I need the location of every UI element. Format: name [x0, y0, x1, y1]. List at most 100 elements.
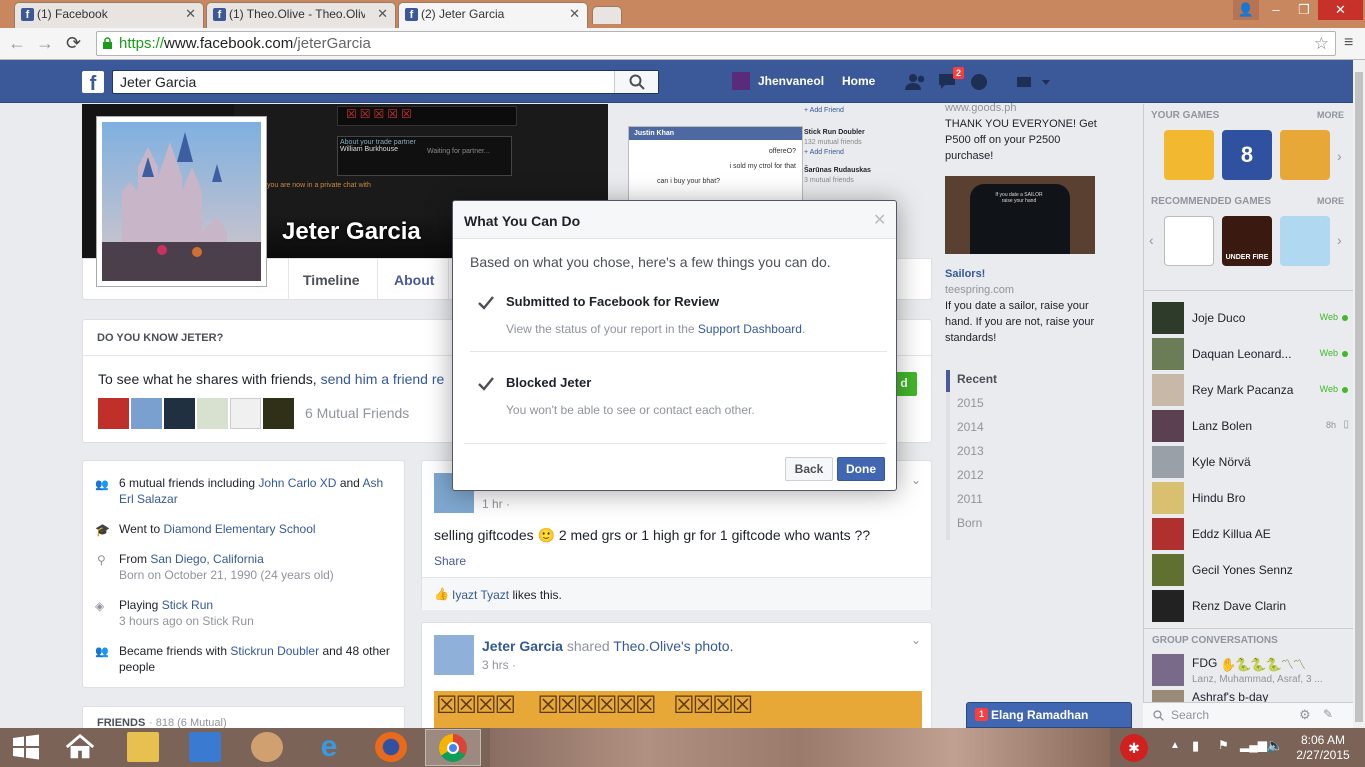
avatar[interactable] — [263, 398, 294, 429]
avatar[interactable] — [197, 398, 228, 429]
compose-icon[interactable]: ✎ — [1323, 707, 1333, 721]
antivirus-tray-icon[interactable]: ✱ — [1120, 734, 1148, 762]
chrome-taskbar-button[interactable] — [425, 729, 481, 766]
close-tab-icon[interactable]: ✕ — [377, 3, 388, 25]
windows-start-icon[interactable] — [10, 732, 42, 762]
browser-tab-jeter-garcia[interactable]: f (2) Jeter Garcia ✕ — [398, 2, 588, 28]
notification-flag-icon[interactable]: ⚑ — [1218, 738, 1229, 752]
post-timestamp[interactable]: 1 hr · — [482, 497, 510, 511]
share-link[interactable]: Share — [434, 554, 466, 568]
intro-link[interactable]: Diamond Elementary School — [163, 522, 315, 536]
profile-picture[interactable] — [96, 116, 267, 287]
bookmark-star-icon[interactable]: ☆ — [1314, 32, 1329, 55]
close-tab-icon[interactable]: ✕ — [185, 3, 196, 25]
avatar[interactable] — [732, 72, 750, 90]
year-item[interactable]: 2015 — [957, 396, 984, 410]
contact-item[interactable]: Renz Dave Clarin — [1152, 590, 1352, 624]
clock[interactable]: 8:06 AM 2/27/2015 — [1290, 733, 1356, 763]
rec-prev-chevron-icon[interactable]: ‹ — [1149, 232, 1154, 248]
menu-icon[interactable]: ≡ — [1344, 34, 1353, 52]
forward-arrow-icon[interactable]: → — [36, 33, 54, 54]
year-item[interactable]: 2013 — [957, 444, 984, 458]
post-author-link[interactable]: Jeter Garcia — [482, 638, 563, 654]
browser-tab-theo-olive[interactable]: f (1) Theo.Olive - Theo.Olive ✕ — [206, 2, 396, 28]
home-icon[interactable] — [64, 732, 96, 762]
shared-photo[interactable]: ☒☒☒☒ ☒☒☒☒☒☒ ☒☒☒☒ — [434, 691, 922, 731]
year-item[interactable]: 2012 — [957, 468, 984, 482]
year-recent[interactable]: Recent — [957, 372, 997, 386]
done-button[interactable]: Done — [837, 457, 885, 481]
contact-item[interactable]: Daquan Leonard... Web — [1152, 338, 1352, 372]
maximize-button[interactable]: ❐ — [1290, 0, 1318, 20]
user-profile-icon[interactable]: 👤 — [1233, 0, 1259, 20]
page-scrollbar[interactable] — [1353, 60, 1365, 728]
new-tab-button[interactable] — [592, 6, 622, 24]
back-arrow-icon[interactable]: ← — [8, 33, 26, 54]
chat-search-input[interactable]: Search — [1171, 708, 1209, 722]
contact-item[interactable]: Joje Duco Web — [1152, 302, 1352, 336]
year-item[interactable]: Born — [957, 516, 982, 530]
minimize-button[interactable]: ‒ — [1262, 0, 1290, 20]
window-close-button[interactable]: ✕ — [1318, 0, 1363, 20]
year-item[interactable]: 2011 — [957, 492, 983, 506]
user-name-link[interactable]: Jhenvaneol — [758, 74, 824, 88]
rec-next-chevron-icon[interactable]: › — [1337, 232, 1342, 248]
game-icon-under-fire[interactable]: UNDER FIRE — [1222, 216, 1272, 266]
send-friend-request-link[interactable]: send him a friend re — [321, 371, 445, 387]
intro-link[interactable]: Stickrun Doubler — [230, 644, 319, 658]
game-icon-stick-run[interactable] — [1280, 130, 1330, 180]
ad-image-sailor-shirt[interactable]: If you date a SAILOR raise your hand — [945, 176, 1095, 254]
avatar[interactable] — [164, 398, 195, 429]
facebook-logo-icon[interactable]: f — [82, 71, 104, 95]
liker-link[interactable]: Iyazt Tyazt — [452, 588, 509, 602]
post-timestamp[interactable]: 3 hrs · — [482, 658, 516, 672]
ad-title[interactable]: Sailors! — [945, 266, 1105, 282]
avatar[interactable] — [98, 398, 129, 429]
games-next-chevron-icon[interactable]: › — [1337, 148, 1342, 164]
privacy-settings-icon[interactable] — [1016, 75, 1052, 89]
contact-item[interactable]: Eddz Killua AE — [1152, 518, 1352, 552]
game-icon-bike[interactable] — [1280, 216, 1330, 266]
chat-tab[interactable]: 1 Elang Ramadhan — [966, 702, 1132, 728]
more-recommended-link[interactable]: MORE — [1317, 196, 1344, 206]
tab-timeline[interactable]: Timeline — [288, 259, 378, 300]
reload-icon[interactable]: ⟳ — [66, 33, 81, 54]
avatar[interactable] — [434, 635, 474, 675]
show-hidden-icons-icon[interactable]: ▲ — [1170, 740, 1180, 751]
contact-item[interactable]: Hindu Bro — [1152, 482, 1352, 516]
post-options-chevron-icon[interactable]: ⌄ — [911, 633, 921, 647]
firefox-icon[interactable] — [375, 732, 407, 762]
post-options-chevron-icon[interactable]: ⌄ — [911, 473, 921, 487]
file-explorer-icon[interactable] — [127, 732, 159, 762]
intro-link[interactable]: John Carlo XD — [258, 476, 336, 490]
facebook-search-input[interactable]: Jeter Garcia — [112, 70, 659, 94]
gear-icon[interactable]: ⚙ — [1299, 707, 1311, 723]
close-icon[interactable]: ✕ — [873, 210, 886, 230]
photo-owner-link[interactable]: Theo.Olive's — [613, 638, 690, 654]
avatar[interactable] — [131, 398, 162, 429]
address-bar[interactable]: https://www.facebook.com/jeterGarcia ☆ — [96, 31, 1336, 56]
wifi-signal-icon[interactable]: ▂▄▆ — [1240, 738, 1267, 752]
close-tab-icon[interactable]: ✕ — [569, 3, 580, 25]
tab-about[interactable]: About — [379, 259, 449, 300]
intro-link[interactable]: San Diego, California — [150, 552, 263, 566]
year-item[interactable]: 2014 — [957, 420, 984, 434]
paint-icon[interactable] — [251, 732, 283, 762]
search-button[interactable] — [614, 71, 658, 93]
internet-explorer-icon[interactable]: e — [313, 732, 345, 762]
intro-link[interactable]: Stick Run — [162, 598, 213, 612]
avatar[interactable] — [230, 398, 261, 429]
ad-url[interactable]: teespring.com — [945, 282, 1105, 298]
game-icon-bmx[interactable] — [1164, 216, 1214, 266]
volume-icon[interactable]: 🔈 — [1266, 737, 1283, 754]
more-games-link[interactable]: MORE — [1317, 110, 1344, 120]
profile-name[interactable]: Jeter Garcia — [282, 218, 421, 246]
friend-requests-icon[interactable] — [904, 73, 928, 91]
battery-icon[interactable]: ▮ — [1192, 738, 1199, 754]
support-dashboard-link[interactable]: Support Dashboard — [698, 322, 802, 336]
mutual-friends-label[interactable]: 6 Mutual Friends — [305, 405, 409, 421]
home-link[interactable]: Home — [842, 74, 875, 88]
contact-item[interactable]: Gecil Yones Sennz — [1152, 554, 1352, 588]
notifications-globe-icon[interactable] — [970, 73, 988, 91]
photo-link[interactable]: photo. — [695, 638, 734, 654]
